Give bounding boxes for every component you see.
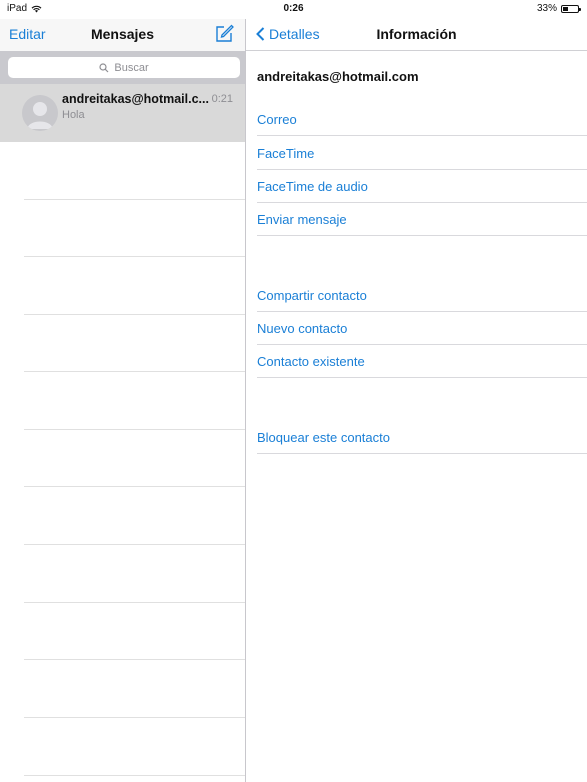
conversation-time: 0:21: [211, 93, 233, 105]
existing-contact-action[interactable]: Contacto existente: [257, 354, 587, 369]
search-placeholder: Buscar: [114, 61, 149, 74]
conversation-name: andreitakas@hotmail.c...: [62, 92, 209, 106]
list-separator: [24, 429, 245, 430]
list-separator: [24, 659, 245, 660]
avatar: [22, 95, 58, 131]
list-separator: [24, 544, 245, 545]
person-icon: [27, 102, 53, 129]
send-message-action[interactable]: Enviar mensaje: [257, 212, 587, 227]
row-separator: [257, 235, 587, 236]
conversation-row[interactable]: andreitakas@hotmail.c... 0:21 Hola: [0, 84, 245, 142]
email-action[interactable]: Correo: [257, 112, 587, 127]
status-right: 33%: [536, 3, 581, 14]
new-contact-action[interactable]: Nuevo contacto: [257, 321, 587, 336]
share-contact-action[interactable]: Compartir contacto: [257, 288, 587, 303]
list-separator: [24, 775, 245, 776]
panel-divider: [245, 19, 246, 782]
list-separator: [24, 717, 245, 718]
messages-panel: Editar Mensajes Buscar andreitakas@hotma…: [0, 19, 245, 782]
conversation-list: andreitakas@hotmail.c... 0:21 Hola: [0, 84, 245, 782]
messages-title: Mensajes: [90, 26, 155, 42]
search-bar: Buscar: [0, 51, 245, 84]
row-separator: [257, 453, 587, 454]
search-icon: [99, 62, 109, 72]
battery-icon: [561, 4, 581, 13]
list-separator: [24, 256, 245, 257]
row-separator: [257, 311, 587, 312]
list-separator: [24, 602, 245, 603]
row-separator: [257, 377, 587, 378]
row-separator: [257, 202, 587, 203]
conversation-preview: Hola: [62, 109, 85, 121]
search-input[interactable]: Buscar: [8, 57, 240, 78]
row-separator: [257, 135, 587, 136]
info-title: Información: [376, 26, 457, 42]
battery-percent: 33%: [536, 3, 557, 14]
row-separator: [257, 169, 587, 170]
facetime-action[interactable]: FaceTime: [257, 146, 587, 161]
battery-fill: [563, 6, 568, 11]
contact-email: andreitakas@hotmail.com: [257, 69, 419, 84]
row-separator: [257, 344, 587, 345]
facetime-audio-action[interactable]: FaceTime de audio: [257, 179, 587, 194]
block-contact-action[interactable]: Bloquear este contacto: [257, 430, 587, 445]
status-bar: iPad 0:26 33%: [0, 0, 587, 19]
list-separator: [24, 371, 245, 372]
info-nav-bar: Detalles Información: [246, 19, 587, 51]
list-separator: [24, 486, 245, 487]
messages-nav-bar: Editar Mensajes: [0, 19, 245, 51]
compose-icon[interactable]: [214, 23, 234, 43]
list-separator: [24, 314, 245, 315]
list-separator: [24, 199, 245, 200]
status-time: 0:26: [283, 3, 304, 14]
